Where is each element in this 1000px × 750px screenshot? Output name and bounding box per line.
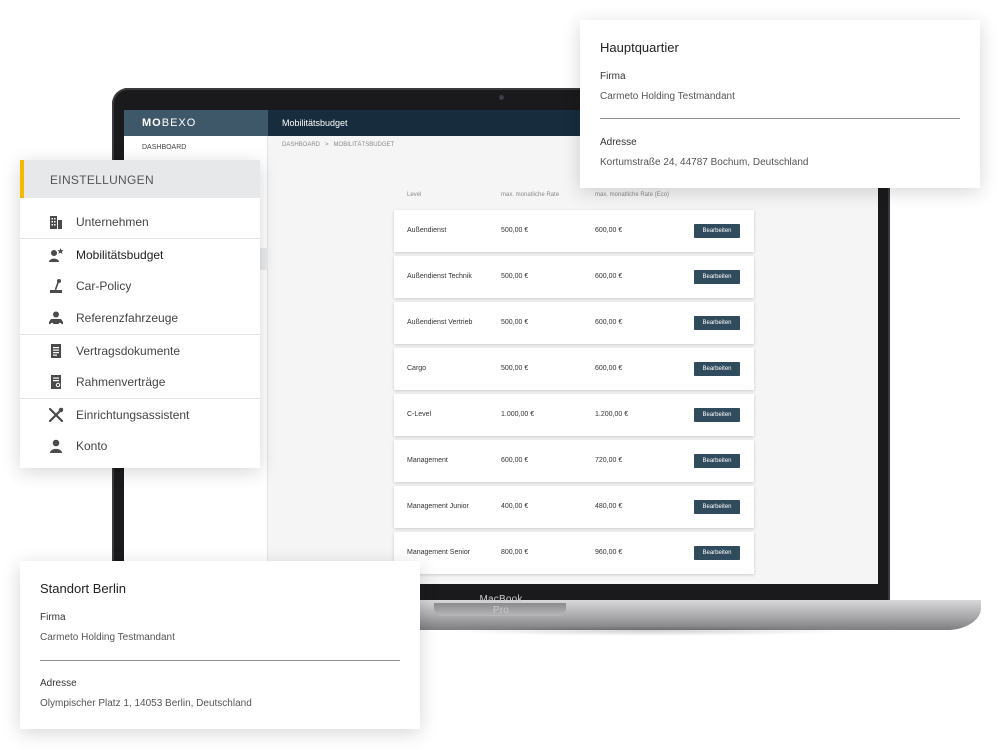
gear-shift-icon xyxy=(50,279,62,293)
adresse-value: Olympischer Platz 1, 14053 Berlin, Deuts… xyxy=(40,698,252,709)
cell-level: Cargo xyxy=(407,365,427,372)
firma-value: Carmeto Holding Testmandant xyxy=(600,91,735,102)
app-logo[interactable]: MOBEXO xyxy=(142,117,196,129)
cell-level: Management Junior xyxy=(407,503,469,510)
tools-icon xyxy=(48,407,64,423)
settings-item-label: Einrichtungsassistent xyxy=(76,408,190,422)
settings-item-label: Car-Policy xyxy=(76,279,132,293)
cell-rate-eco: 720,00 € xyxy=(595,457,623,464)
cell-rate-eco: 960,00 € xyxy=(595,549,623,556)
logo-area: MOBEXO xyxy=(124,110,268,136)
column-header-rate: max. monatliche Rate xyxy=(501,192,560,198)
adresse-value: Kortumstraße 24, 44787 Bochum, Deutschla… xyxy=(600,157,809,168)
table-row: C-Level 1.000,00 € 1.200,00 € Bearbeiten xyxy=(394,394,754,436)
edit-button[interactable]: Bearbeiten xyxy=(694,500,740,514)
table-row: Management 600,00 € 720,00 € Bearbeiten xyxy=(394,440,754,482)
location-card-berlin: Standort Berlin Firma Carmeto Holding Te… xyxy=(20,561,420,729)
cell-level: Management Senior xyxy=(407,549,471,556)
sidebar-item-dashboard[interactable]: DASHBOARD xyxy=(142,144,186,151)
location-card-hq: Hauptquartier Firma Carmeto Holding Test… xyxy=(580,20,980,188)
column-header-level: Level xyxy=(407,192,422,198)
user-star-icon xyxy=(49,248,64,262)
firma-label: Firma xyxy=(40,612,66,623)
cell-rate: 800,00 € xyxy=(501,549,529,556)
card-title: Standort Berlin xyxy=(40,581,126,596)
cell-rate: 500,00 € xyxy=(501,273,529,280)
settings-item-unternehmen[interactable]: Unternehmen xyxy=(20,206,260,238)
user-car-icon xyxy=(49,311,63,326)
cell-rate-eco: 600,00 € xyxy=(595,227,623,234)
breadcrumb-separator: > xyxy=(325,142,329,148)
card-divider xyxy=(40,660,400,661)
cell-rate: 500,00 € xyxy=(501,227,529,234)
settings-header-label: EINSTELLUNGEN xyxy=(50,173,154,187)
cell-rate: 600,00 € xyxy=(501,457,529,464)
cell-rate: 500,00 € xyxy=(501,365,529,372)
table-row: Management Senior 800,00 € 960,00 € Bearbei… xyxy=(394,532,754,574)
settings-item-referenzfahrzeuge[interactable]: Referenzfahrzeuge xyxy=(20,302,260,334)
table-row: Cargo 500,00 € 600,00 € Bearbeiten xyxy=(394,348,754,390)
settings-item-vertragsdokumente[interactable]: Vertragsdokumente xyxy=(20,334,260,366)
cell-rate-eco: 600,00 € xyxy=(595,365,623,372)
edit-button[interactable]: Bearbeiten xyxy=(694,270,740,284)
firma-value: Carmeto Holding Testmandant xyxy=(40,632,175,643)
cell-rate: 1.000,00 € xyxy=(501,411,535,418)
edit-button[interactable]: Bearbeiten xyxy=(694,546,740,560)
column-header-rate-eco: max. monatliche Rate (Eco) xyxy=(595,192,670,198)
cell-rate-eco: 480,00 € xyxy=(595,503,623,510)
cell-rate-eco: 1.200,00 € xyxy=(595,411,629,418)
settings-item-mobilitaetsbudget[interactable]: Mobilitätsbudget xyxy=(20,238,260,270)
cell-level: C-Level xyxy=(407,411,432,418)
table-row: Management Junior 400,00 € 480,00 € Bearbei… xyxy=(394,486,754,528)
firma-label: Firma xyxy=(600,71,626,82)
settings-item-label: Unternehmen xyxy=(76,215,149,229)
settings-menu: EINSTELLUNGEN Unternehmen Mobilitätsbudg… xyxy=(20,160,260,468)
breadcrumb-current: MOBILITÄTSBUDGET xyxy=(333,142,395,148)
document-icon xyxy=(51,344,61,358)
settings-item-label: Konto xyxy=(76,439,108,453)
logo-text-bold: MO xyxy=(142,117,162,129)
cell-rate: 500,00 € xyxy=(501,319,529,326)
settings-item-label: Mobilitätsbudget xyxy=(76,248,164,262)
user-icon xyxy=(50,439,62,453)
cell-level: Außendienst Technik xyxy=(407,273,472,280)
settings-item-label: Referenzfahrzeuge xyxy=(76,311,179,325)
building-icon xyxy=(50,216,62,229)
cell-level: Außendienst xyxy=(407,227,447,234)
edit-button[interactable]: Bearbeiten xyxy=(694,362,740,376)
table-row: Außendienst 500,00 € 600,00 € Bearbeiten xyxy=(394,210,754,252)
edit-button[interactable]: Bearbeiten xyxy=(694,224,740,238)
page-title: Mobilitätsbudget xyxy=(282,118,348,128)
edit-button[interactable]: Bearbeiten xyxy=(694,408,740,422)
logo-text-light: BEXO xyxy=(161,117,197,129)
cell-level: Management xyxy=(407,457,448,464)
edit-button[interactable]: Bearbeiten xyxy=(694,454,740,468)
settings-header: EINSTELLUNGEN xyxy=(20,160,260,198)
adresse-label: Adresse xyxy=(600,137,637,148)
card-title: Hauptquartier xyxy=(600,40,679,55)
cell-rate-eco: 600,00 € xyxy=(595,273,623,280)
adresse-label: Adresse xyxy=(40,678,77,689)
table-row: Außendienst Technik 500,00 € 600,00 € Bearb… xyxy=(394,256,754,298)
settings-item-rahmenvertraege[interactable]: Rahmenverträge xyxy=(20,366,260,398)
cell-rate-eco: 600,00 € xyxy=(595,319,623,326)
cell-rate: 400,00 € xyxy=(501,503,529,510)
card-divider xyxy=(600,118,960,119)
settings-item-label: Rahmenverträge xyxy=(76,375,166,389)
laptop-brand: MacBook Pro xyxy=(479,594,523,616)
settings-item-einrichtungsassistent[interactable]: Einrichtungsassistent xyxy=(20,398,260,430)
breadcrumb-dashboard[interactable]: DASHBOARD xyxy=(282,142,320,148)
table-row: Außendienst Vertrieb 500,00 € 600,00 € Bear… xyxy=(394,302,754,344)
cell-level: Außendienst Vertrieb xyxy=(407,319,473,326)
settings-item-konto[interactable]: Konto xyxy=(20,430,260,462)
settings-item-label: Vertragsdokumente xyxy=(76,344,181,358)
edit-button[interactable]: Bearbeiten xyxy=(694,316,740,330)
camera-icon xyxy=(499,95,504,100)
laptop-shadow xyxy=(450,626,850,636)
settings-item-car-policy[interactable]: Car-Policy xyxy=(20,270,260,302)
breadcrumb: DASHBOARD > MOBILITÄTSBUDGET xyxy=(282,142,399,148)
contract-icon xyxy=(51,375,61,389)
